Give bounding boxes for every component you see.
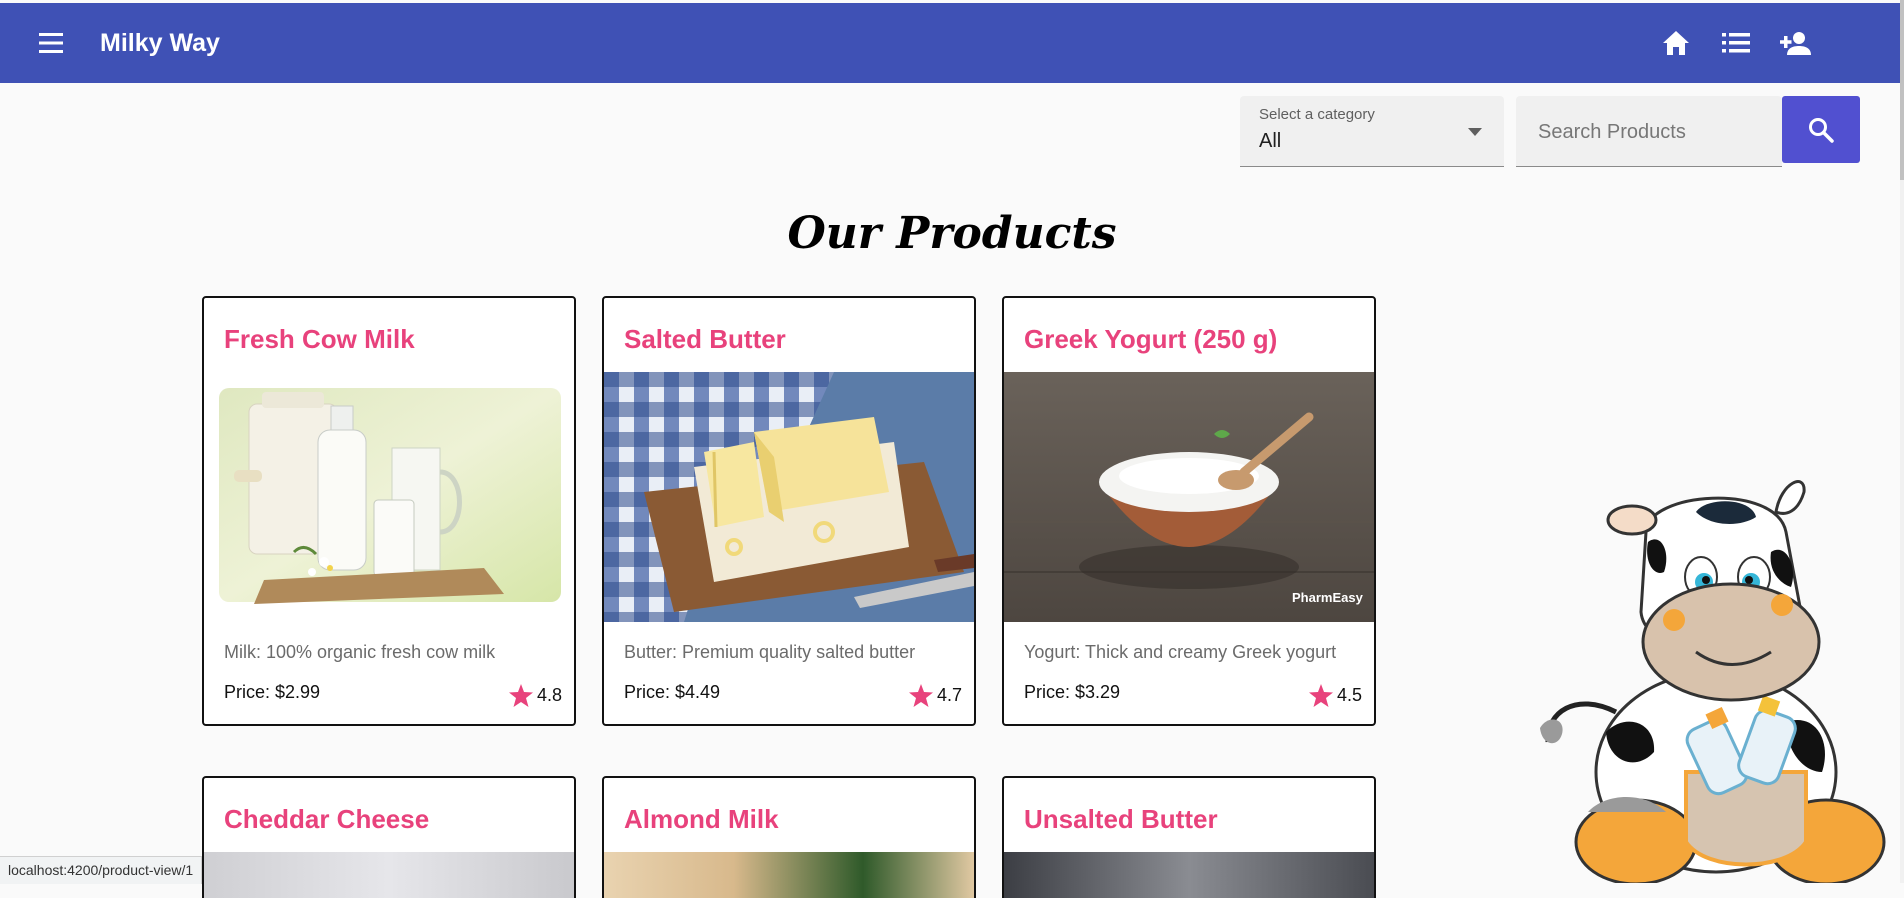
category-select-value: All <box>1259 130 1282 152</box>
cow-mascot-illustration <box>1540 480 1886 883</box>
product-image <box>604 852 974 898</box>
product-card[interactable]: Fresh Cow Milk Milk: 100% organic fresh … <box>202 296 576 726</box>
list-icon <box>1722 33 1750 53</box>
product-card[interactable]: Almond Milk <box>602 776 976 898</box>
product-rating: 4.8 <box>508 684 562 707</box>
product-image <box>1004 852 1374 898</box>
product-image: PharmEasy <box>1004 372 1374 622</box>
person-add-icon <box>1780 32 1811 55</box>
product-image <box>604 372 974 622</box>
menu-button[interactable] <box>32 23 72 63</box>
product-title: Greek Yogurt (250 g) <box>1024 324 1278 354</box>
product-card[interactable]: Unsalted Butter <box>1002 776 1376 898</box>
product-rating: 4.7 <box>908 684 962 707</box>
category-select-label: Select a category <box>1259 106 1375 123</box>
product-price: Price: $3.29 <box>1024 682 1121 702</box>
product-image <box>204 372 574 622</box>
search-input[interactable] <box>1536 114 1770 150</box>
rating-value: 4.5 <box>1336 685 1362 705</box>
product-image <box>204 852 574 898</box>
product-title: Salted Butter <box>624 324 786 354</box>
home-icon <box>1663 31 1689 55</box>
product-description: Yogurt: Thick and creamy Greek yogurt <box>1024 642 1337 662</box>
status-url-bar: localhost:4200/product-view/1 <box>0 856 203 884</box>
product-title: Almond Milk <box>624 804 779 834</box>
scrollbar-thumb[interactable] <box>1900 0 1904 180</box>
product-card[interactable]: Salted Butter Butter: Premium quality sa… <box>602 296 976 726</box>
section-title: Our Products <box>787 208 1117 259</box>
dropdown-arrow-icon <box>1468 128 1482 136</box>
product-rating: 4.5 <box>1308 684 1362 707</box>
image-watermark: PharmEasy <box>1292 590 1364 605</box>
product-title: Cheddar Cheese <box>224 804 430 834</box>
product-price: Price: $4.49 <box>624 682 721 702</box>
category-select[interactable]: Select a category All <box>1240 96 1504 167</box>
add-user-button[interactable] <box>1776 23 1816 63</box>
search-icon <box>1809 117 1834 143</box>
star-icon <box>908 684 933 707</box>
menu-icon <box>39 33 63 53</box>
search-field[interactable] <box>1516 96 1782 167</box>
product-description: Milk: 100% organic fresh cow milk <box>224 642 496 662</box>
rating-value: 4.8 <box>536 685 562 705</box>
star-icon <box>508 684 533 707</box>
search-button[interactable] <box>1782 96 1860 163</box>
product-price: Price: $2.99 <box>224 682 321 702</box>
app-title[interactable]: Milky Way <box>100 29 220 58</box>
top-toolbar: Milky Way <box>0 3 1900 83</box>
rating-value: 4.7 <box>936 685 962 705</box>
product-title: Fresh Cow Milk <box>224 324 415 354</box>
product-card[interactable]: Cheddar Cheese <box>202 776 576 898</box>
product-card[interactable]: Greek Yogurt (250 g) PharmEasy Yogurt: T… <box>1002 296 1376 726</box>
list-button[interactable] <box>1716 23 1756 63</box>
star-icon <box>1308 684 1333 707</box>
home-button[interactable] <box>1656 23 1696 63</box>
product-description: Butter: Premium quality salted butter <box>624 642 916 662</box>
product-title: Unsalted Butter <box>1024 804 1218 834</box>
